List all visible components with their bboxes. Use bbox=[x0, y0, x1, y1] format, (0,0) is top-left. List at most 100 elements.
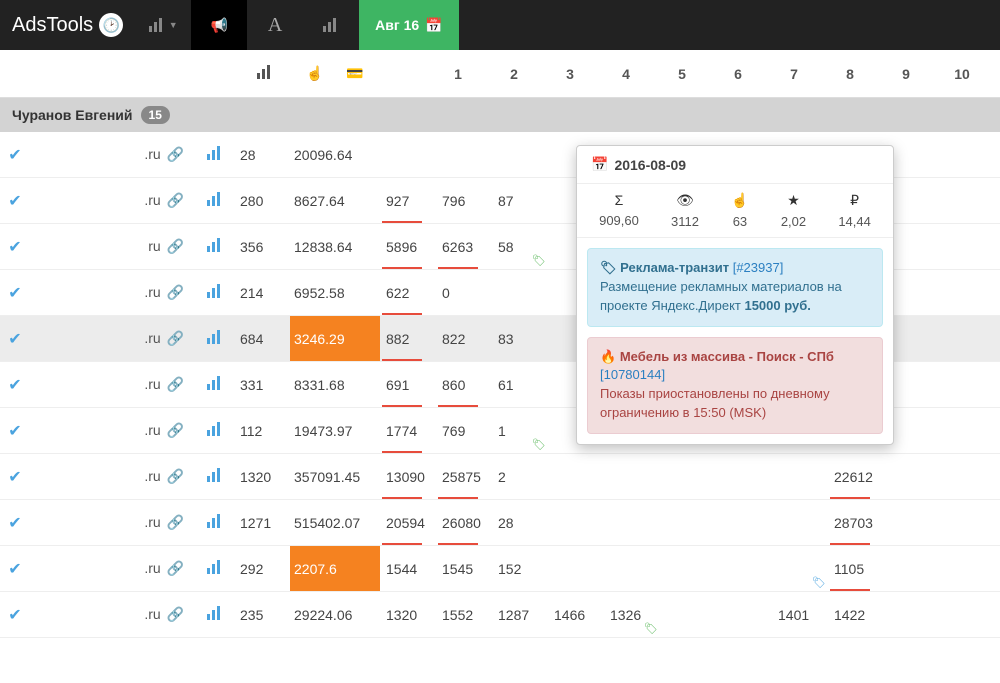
day-cell[interactable]: 1326🏷 bbox=[604, 592, 660, 637]
table-row[interactable]: ✔.ru 🔗2922207.615441545152🏷1105 bbox=[0, 546, 1000, 592]
day-cell[interactable]: 1105 bbox=[828, 546, 884, 591]
domain-cell[interactable]: .ru 🔗 bbox=[30, 468, 190, 485]
domain-cell[interactable]: .ru 🔗 bbox=[30, 330, 190, 347]
day-cell[interactable] bbox=[604, 454, 660, 499]
day-cell[interactable]: 1🏷 bbox=[492, 408, 548, 453]
domain-cell[interactable]: .ru 🔗 bbox=[30, 284, 190, 301]
day-cell[interactable] bbox=[548, 546, 604, 591]
row-chart-icon[interactable] bbox=[190, 284, 240, 301]
day-cell[interactable] bbox=[884, 546, 940, 591]
row-chart-icon[interactable] bbox=[190, 330, 240, 347]
day-cell[interactable]: 622 bbox=[380, 270, 436, 315]
day-cell[interactable]: 691 bbox=[380, 362, 436, 407]
day-cell[interactable] bbox=[884, 592, 940, 637]
day-cell[interactable]: 2 bbox=[492, 454, 548, 499]
day-cell[interactable]: 882 bbox=[380, 316, 436, 361]
row-chart-icon[interactable] bbox=[190, 376, 240, 393]
col-day-7[interactable]: 7 bbox=[766, 66, 822, 82]
col-day-3[interactable]: 3 bbox=[542, 66, 598, 82]
link-icon[interactable]: 🔗 bbox=[167, 606, 184, 622]
domain-cell[interactable]: .ru 🔗 bbox=[30, 146, 190, 163]
card-blue-id[interactable]: [#23937] bbox=[733, 260, 784, 275]
check-icon[interactable]: ✔ bbox=[0, 375, 30, 395]
check-icon[interactable]: ✔ bbox=[0, 467, 30, 487]
date-picker-button[interactable]: Авг 16 📅 bbox=[359, 0, 458, 50]
day-cell[interactable]: 20594 bbox=[380, 500, 436, 545]
col-day-5[interactable]: 5 bbox=[654, 66, 710, 82]
day-cell[interactable] bbox=[716, 500, 772, 545]
day-cell[interactable]: 927 bbox=[380, 178, 436, 223]
day-cell[interactable]: 1774 bbox=[380, 408, 436, 453]
link-icon[interactable]: 🔗 bbox=[167, 422, 184, 438]
day-cell[interactable]: 860 bbox=[436, 362, 492, 407]
table-row[interactable]: ✔.ru 🔗1271515402.0720594260802828703 bbox=[0, 500, 1000, 546]
link-icon[interactable]: 🔗 bbox=[167, 330, 184, 346]
link-icon[interactable]: 🔗 bbox=[167, 468, 184, 484]
check-icon[interactable]: ✔ bbox=[0, 191, 30, 211]
domain-cell[interactable]: .ru 🔗 bbox=[30, 606, 190, 623]
day-cell[interactable] bbox=[492, 132, 548, 177]
day-cell[interactable] bbox=[772, 454, 828, 499]
row-chart-icon[interactable] bbox=[190, 146, 240, 163]
check-icon[interactable]: ✔ bbox=[0, 421, 30, 441]
domain-cell[interactable]: .ru 🔗 bbox=[30, 192, 190, 209]
domain-cell[interactable]: .ru 🔗 bbox=[30, 422, 190, 439]
col-card-icon[interactable]: 💳 bbox=[340, 65, 430, 82]
domain-cell[interactable]: .ru 🔗 bbox=[30, 560, 190, 577]
card-red-id[interactable]: [10780144] bbox=[600, 367, 665, 382]
col-day-8[interactable]: 8 bbox=[822, 66, 878, 82]
info-card-red[interactable]: 🔥 Мебель из массива - Поиск - СПб [10780… bbox=[587, 337, 883, 434]
day-cell[interactable]: 1552 bbox=[436, 592, 492, 637]
row-chart-icon[interactable] bbox=[190, 606, 240, 623]
col-day-9[interactable]: 9 bbox=[878, 66, 934, 82]
nav-chart2[interactable] bbox=[303, 0, 359, 50]
nav-megaphone[interactable]: 📢 bbox=[191, 0, 247, 50]
day-cell[interactable]: 1287 bbox=[492, 592, 548, 637]
day-cell[interactable] bbox=[660, 592, 716, 637]
row-chart-icon[interactable] bbox=[190, 560, 240, 577]
col-day-10[interactable]: 10 bbox=[934, 66, 990, 82]
check-icon[interactable]: ✔ bbox=[0, 513, 30, 533]
col-day-2[interactable]: 2 bbox=[486, 66, 542, 82]
day-cell[interactable]: 1545 bbox=[436, 546, 492, 591]
day-cell[interactable]: 25875 bbox=[436, 454, 492, 499]
day-cell[interactable]: 822 bbox=[436, 316, 492, 361]
day-cell[interactable]: 28 bbox=[492, 500, 548, 545]
day-cell[interactable] bbox=[604, 546, 660, 591]
day-cell[interactable]: 1401 bbox=[772, 592, 828, 637]
tag-icon[interactable]: 🏷 bbox=[532, 254, 546, 267]
check-icon[interactable]: ✔ bbox=[0, 237, 30, 257]
app-logo[interactable]: AdsTools 🕑 bbox=[0, 13, 135, 37]
col-day-4[interactable]: 4 bbox=[598, 66, 654, 82]
check-icon[interactable]: ✔ bbox=[0, 605, 30, 625]
row-chart-icon[interactable] bbox=[190, 192, 240, 209]
day-cell[interactable]: 26080 bbox=[436, 500, 492, 545]
day-cell[interactable] bbox=[548, 454, 604, 499]
day-cell[interactable] bbox=[772, 500, 828, 545]
day-cell[interactable] bbox=[548, 500, 604, 545]
day-cell[interactable]: 0 bbox=[436, 270, 492, 315]
day-cell[interactable]: 796 bbox=[436, 178, 492, 223]
table-row[interactable]: ✔.ru 🔗23529224.0613201552128714661326🏷14… bbox=[0, 592, 1000, 638]
tag-icon[interactable]: 🏷 bbox=[532, 438, 546, 451]
check-icon[interactable]: ✔ bbox=[0, 559, 30, 579]
day-cell[interactable] bbox=[492, 270, 548, 315]
day-cell[interactable]: 58🏷 bbox=[492, 224, 548, 269]
day-cell[interactable]: 1544 bbox=[380, 546, 436, 591]
day-cell[interactable]: 6263 bbox=[436, 224, 492, 269]
day-cell[interactable]: 769 bbox=[436, 408, 492, 453]
check-icon[interactable]: ✔ bbox=[0, 145, 30, 165]
day-cell[interactable] bbox=[716, 454, 772, 499]
col-chart-icon[interactable] bbox=[240, 65, 290, 82]
col-day-6[interactable]: 6 bbox=[710, 66, 766, 82]
day-cell[interactable] bbox=[884, 500, 940, 545]
day-cell[interactable]: 1422 bbox=[828, 592, 884, 637]
link-icon[interactable]: 🔗 bbox=[167, 284, 184, 300]
day-cell[interactable]: 1320 bbox=[380, 592, 436, 637]
tag-icon[interactable]: 🏷 bbox=[644, 622, 658, 635]
link-icon[interactable]: 🔗 bbox=[167, 238, 184, 254]
link-icon[interactable]: 🔗 bbox=[167, 192, 184, 208]
tag-icon[interactable]: 🏷 bbox=[812, 576, 826, 589]
check-icon[interactable]: ✔ bbox=[0, 283, 30, 303]
domain-cell[interactable]: ru 🔗 bbox=[30, 238, 190, 255]
